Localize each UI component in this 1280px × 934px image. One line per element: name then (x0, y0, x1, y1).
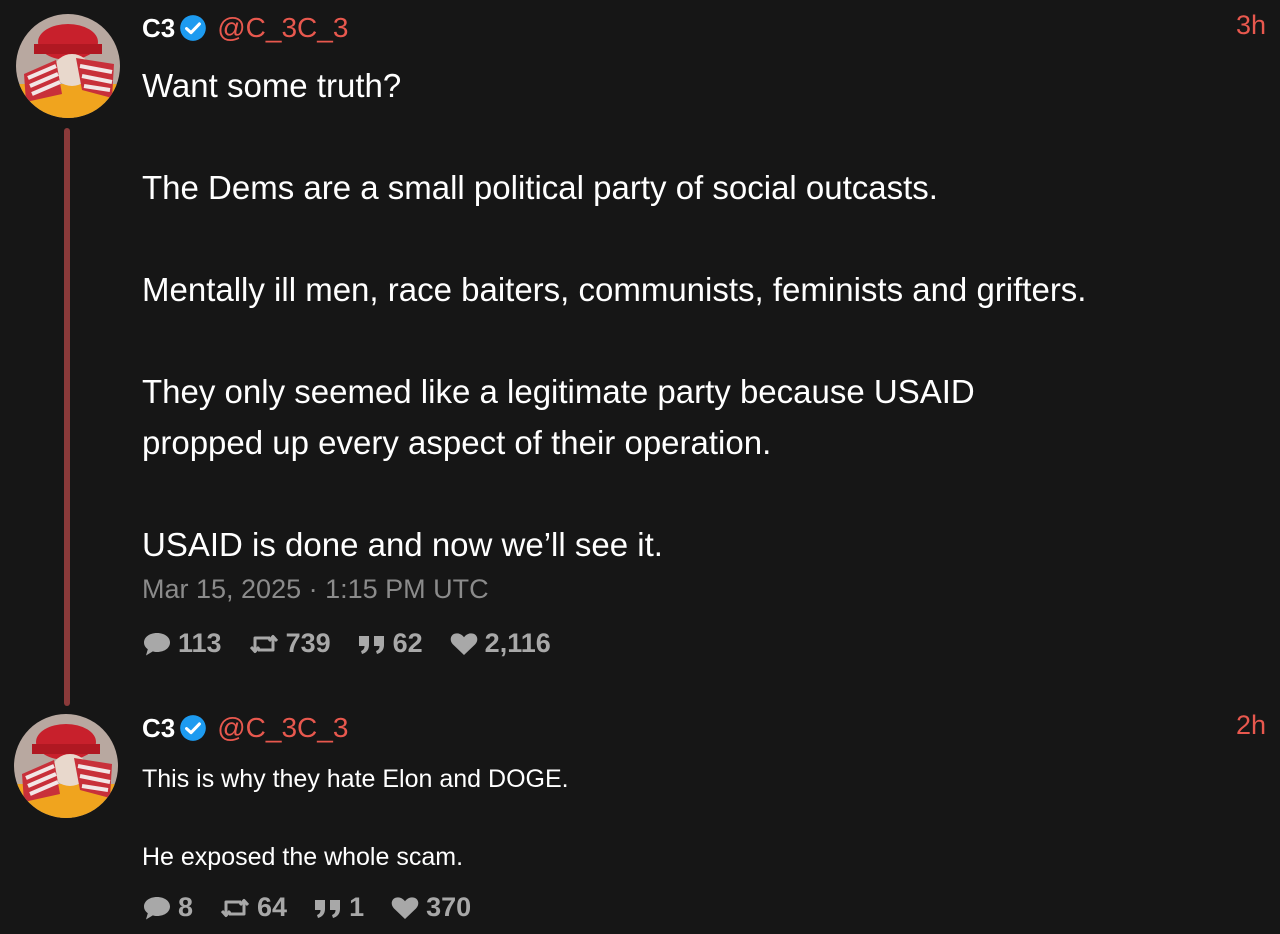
quote-count: 62 (392, 628, 423, 658)
heart-icon (391, 896, 419, 919)
tweet-stats: 113 739 62 2,116 (142, 628, 577, 659)
thread-line (64, 128, 70, 706)
tweet-paragraph: Want some truth? (142, 67, 402, 104)
like-stat[interactable]: 370 (390, 892, 471, 923)
tweet-paragraph: They only seemed like a legitimate party… (142, 373, 975, 461)
like-stat[interactable]: 2,116 (449, 628, 551, 659)
tweet-time-link[interactable]: 3h (1236, 10, 1266, 41)
retweet-count: 64 (257, 892, 288, 922)
avatar[interactable] (14, 714, 118, 818)
tweet-stats: 8 64 1 370 (142, 892, 497, 923)
reply-count: 8 (178, 892, 194, 922)
reply-icon (144, 632, 170, 655)
quote-stat[interactable]: 62 (357, 628, 423, 659)
tweet-paragraph: This is why they hate Elon and DOGE. (142, 765, 569, 793)
retweet-stat[interactable]: 739 (248, 628, 331, 659)
like-count: 2,116 (484, 628, 551, 658)
tweet-content: Want some truth? The Dems are a small po… (142, 60, 1260, 570)
quote-count: 1 (349, 892, 365, 922)
display-name[interactable]: C3 (142, 713, 175, 744)
verified-badge-icon (179, 714, 207, 742)
tweet-time-link[interactable]: 2h (1236, 710, 1266, 741)
tweet-header: C3 @C_3C_3 (142, 10, 348, 46)
quote-icon (358, 635, 384, 654)
retweet-icon (220, 898, 250, 917)
retweet-icon (249, 634, 278, 653)
tweet-paragraph: He exposed the whole scam. (142, 843, 464, 871)
quote-stat[interactable]: 1 (313, 892, 364, 923)
retweet-stat[interactable]: 64 (219, 892, 287, 923)
tweet[interactable]: C3 @C_3C_3 2h This is why they hate Elon… (0, 700, 1280, 934)
username-link[interactable]: @C_3C_3 (217, 12, 348, 44)
tweet-header: C3 @C_3C_3 (142, 710, 348, 746)
tweet-paragraph: USAID is done and now we’ll see it. (142, 526, 663, 563)
reply-icon (144, 896, 170, 919)
verified-badge-icon (179, 14, 207, 42)
avatar[interactable] (16, 14, 120, 118)
reply-count: 113 (178, 628, 222, 658)
display-name[interactable]: C3 (142, 13, 175, 44)
tweet-paragraph: The Dems are a small political party of … (142, 169, 938, 206)
like-count: 370 (426, 892, 472, 922)
tweet[interactable]: C3 @C_3C_3 3h Want some truth? The Dems … (0, 0, 1280, 706)
tweet-paragraph: Mentally ill men, race baiters, communis… (142, 271, 1087, 308)
retweet-count: 739 (285, 628, 331, 658)
heart-icon (450, 632, 477, 655)
reply-stat[interactable]: 113 (142, 628, 222, 659)
quote-icon (315, 899, 341, 918)
reply-stat[interactable]: 8 (142, 892, 193, 923)
username-link[interactable]: @C_3C_3 (217, 712, 348, 744)
tweet-content: This is why they hate Elon and DOGE. He … (142, 760, 1260, 877)
tweet-date[interactable]: Mar 15, 2025 · 1:15 PM UTC (142, 574, 489, 605)
